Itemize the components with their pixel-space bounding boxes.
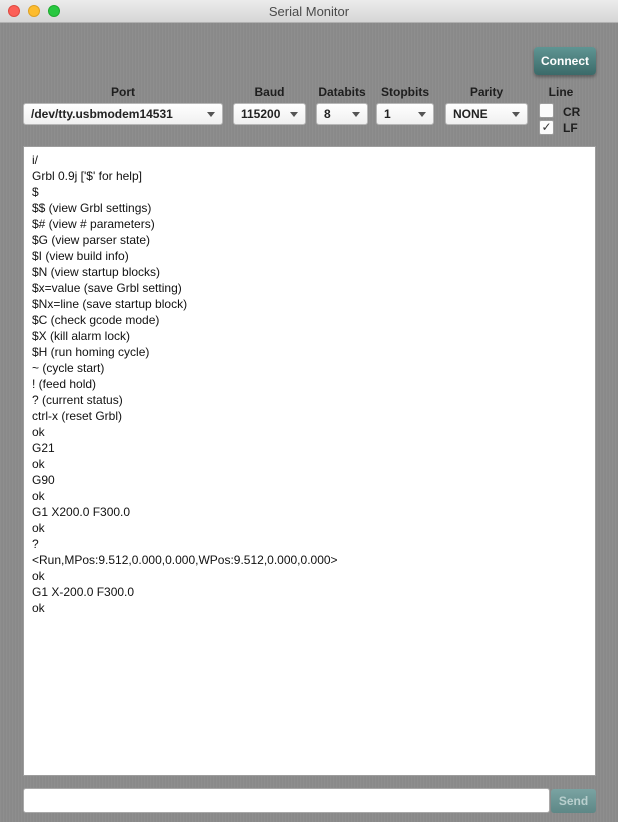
parity-label: Parity (469, 85, 504, 99)
console-line: i/ (32, 153, 38, 167)
console-line: G1 X-200.0 F300.0 (32, 585, 135, 599)
stopbits-select[interactable]: 1 (376, 103, 434, 125)
window-title: Serial Monitor (268, 4, 350, 19)
chevron-down-icon (290, 112, 298, 117)
console-line: <Run,MPos:9.512,0.000,0.000,WPos:9.512,0… (32, 553, 338, 567)
parity-select[interactable]: NONE (445, 103, 528, 125)
send-button[interactable]: Send (551, 789, 596, 813)
console-line: ~ (cycle start) (32, 361, 105, 375)
baud-select[interactable]: 115200 (233, 103, 306, 125)
databits-select[interactable]: 8 (316, 103, 368, 125)
console-line: ok (32, 601, 45, 615)
databits-label: Databits (318, 85, 366, 99)
console-line: Grbl 0.9j ['$' for help] (32, 169, 142, 183)
chevron-down-icon (512, 112, 520, 117)
console-line: ok (32, 457, 45, 471)
check-mark-icon: ✓ (541, 120, 552, 134)
cr-label: CR (563, 105, 581, 119)
console-line: ok (32, 489, 45, 503)
console-line: $# (view # parameters) (32, 217, 155, 231)
console-line: $H (run homing cycle) (32, 345, 150, 359)
lf-label: LF (563, 121, 578, 135)
serial-monitor-window: Serial Monitor Connect Port Baud Databit… (0, 0, 618, 822)
port-label: Port (111, 85, 135, 99)
serial-output-console[interactable]: i/Grbl 0.9j ['$' for help] $ $$ (view Grbl… (23, 146, 596, 776)
console-line: ! (feed hold) (32, 377, 97, 391)
console-line: G21 (32, 441, 55, 455)
console-line: ctrl-x (reset Grbl) (32, 409, 122, 423)
console-line: ? (current status) (32, 393, 123, 407)
connect-button[interactable]: Connect (534, 47, 596, 75)
port-select[interactable]: /dev/tty.usbmodem14531 (23, 103, 223, 125)
cr-checkbox[interactable] (539, 103, 554, 118)
chevron-down-icon (207, 112, 215, 117)
console-line: $N (view startup blocks) (32, 265, 161, 279)
console-line: $C (check gcode mode) (32, 313, 160, 327)
command-input[interactable] (23, 788, 550, 813)
baud-label: Baud (254, 85, 285, 99)
console-line: $I (view build info) (32, 249, 129, 263)
console-line: ok (32, 569, 45, 583)
console-line: $G (view parser state) (32, 233, 151, 247)
port-select-value: /dev/tty.usbmodem14531 (31, 107, 173, 121)
console-line: $x=value (save Grbl setting) (32, 281, 182, 295)
stopbits-select-value: 1 (384, 107, 391, 121)
parity-select-value: NONE (453, 107, 488, 121)
baud-select-value: 115200 (241, 107, 281, 121)
lf-checkbox[interactable]: ✓ (539, 120, 554, 135)
console-line: $ (32, 185, 39, 199)
console-line: $$ (view Grbl settings) (32, 201, 152, 215)
console-line: ? (32, 537, 39, 551)
stopbits-label: Stopbits (381, 85, 429, 99)
console-line: ok (32, 521, 45, 535)
console-line: G1 X200.0 F300.0 (32, 505, 131, 519)
title-bar: Serial Monitor (0, 0, 618, 23)
console-line: ok (32, 425, 45, 439)
chevron-down-icon (352, 112, 360, 117)
line-label: Line (548, 85, 574, 99)
console-line: G90 (32, 473, 55, 487)
console-line: $Nx=line (save startup block) (32, 297, 188, 311)
chevron-down-icon (418, 112, 426, 117)
console-line: $X (kill alarm lock) (32, 329, 131, 343)
databits-select-value: 8 (324, 107, 331, 121)
